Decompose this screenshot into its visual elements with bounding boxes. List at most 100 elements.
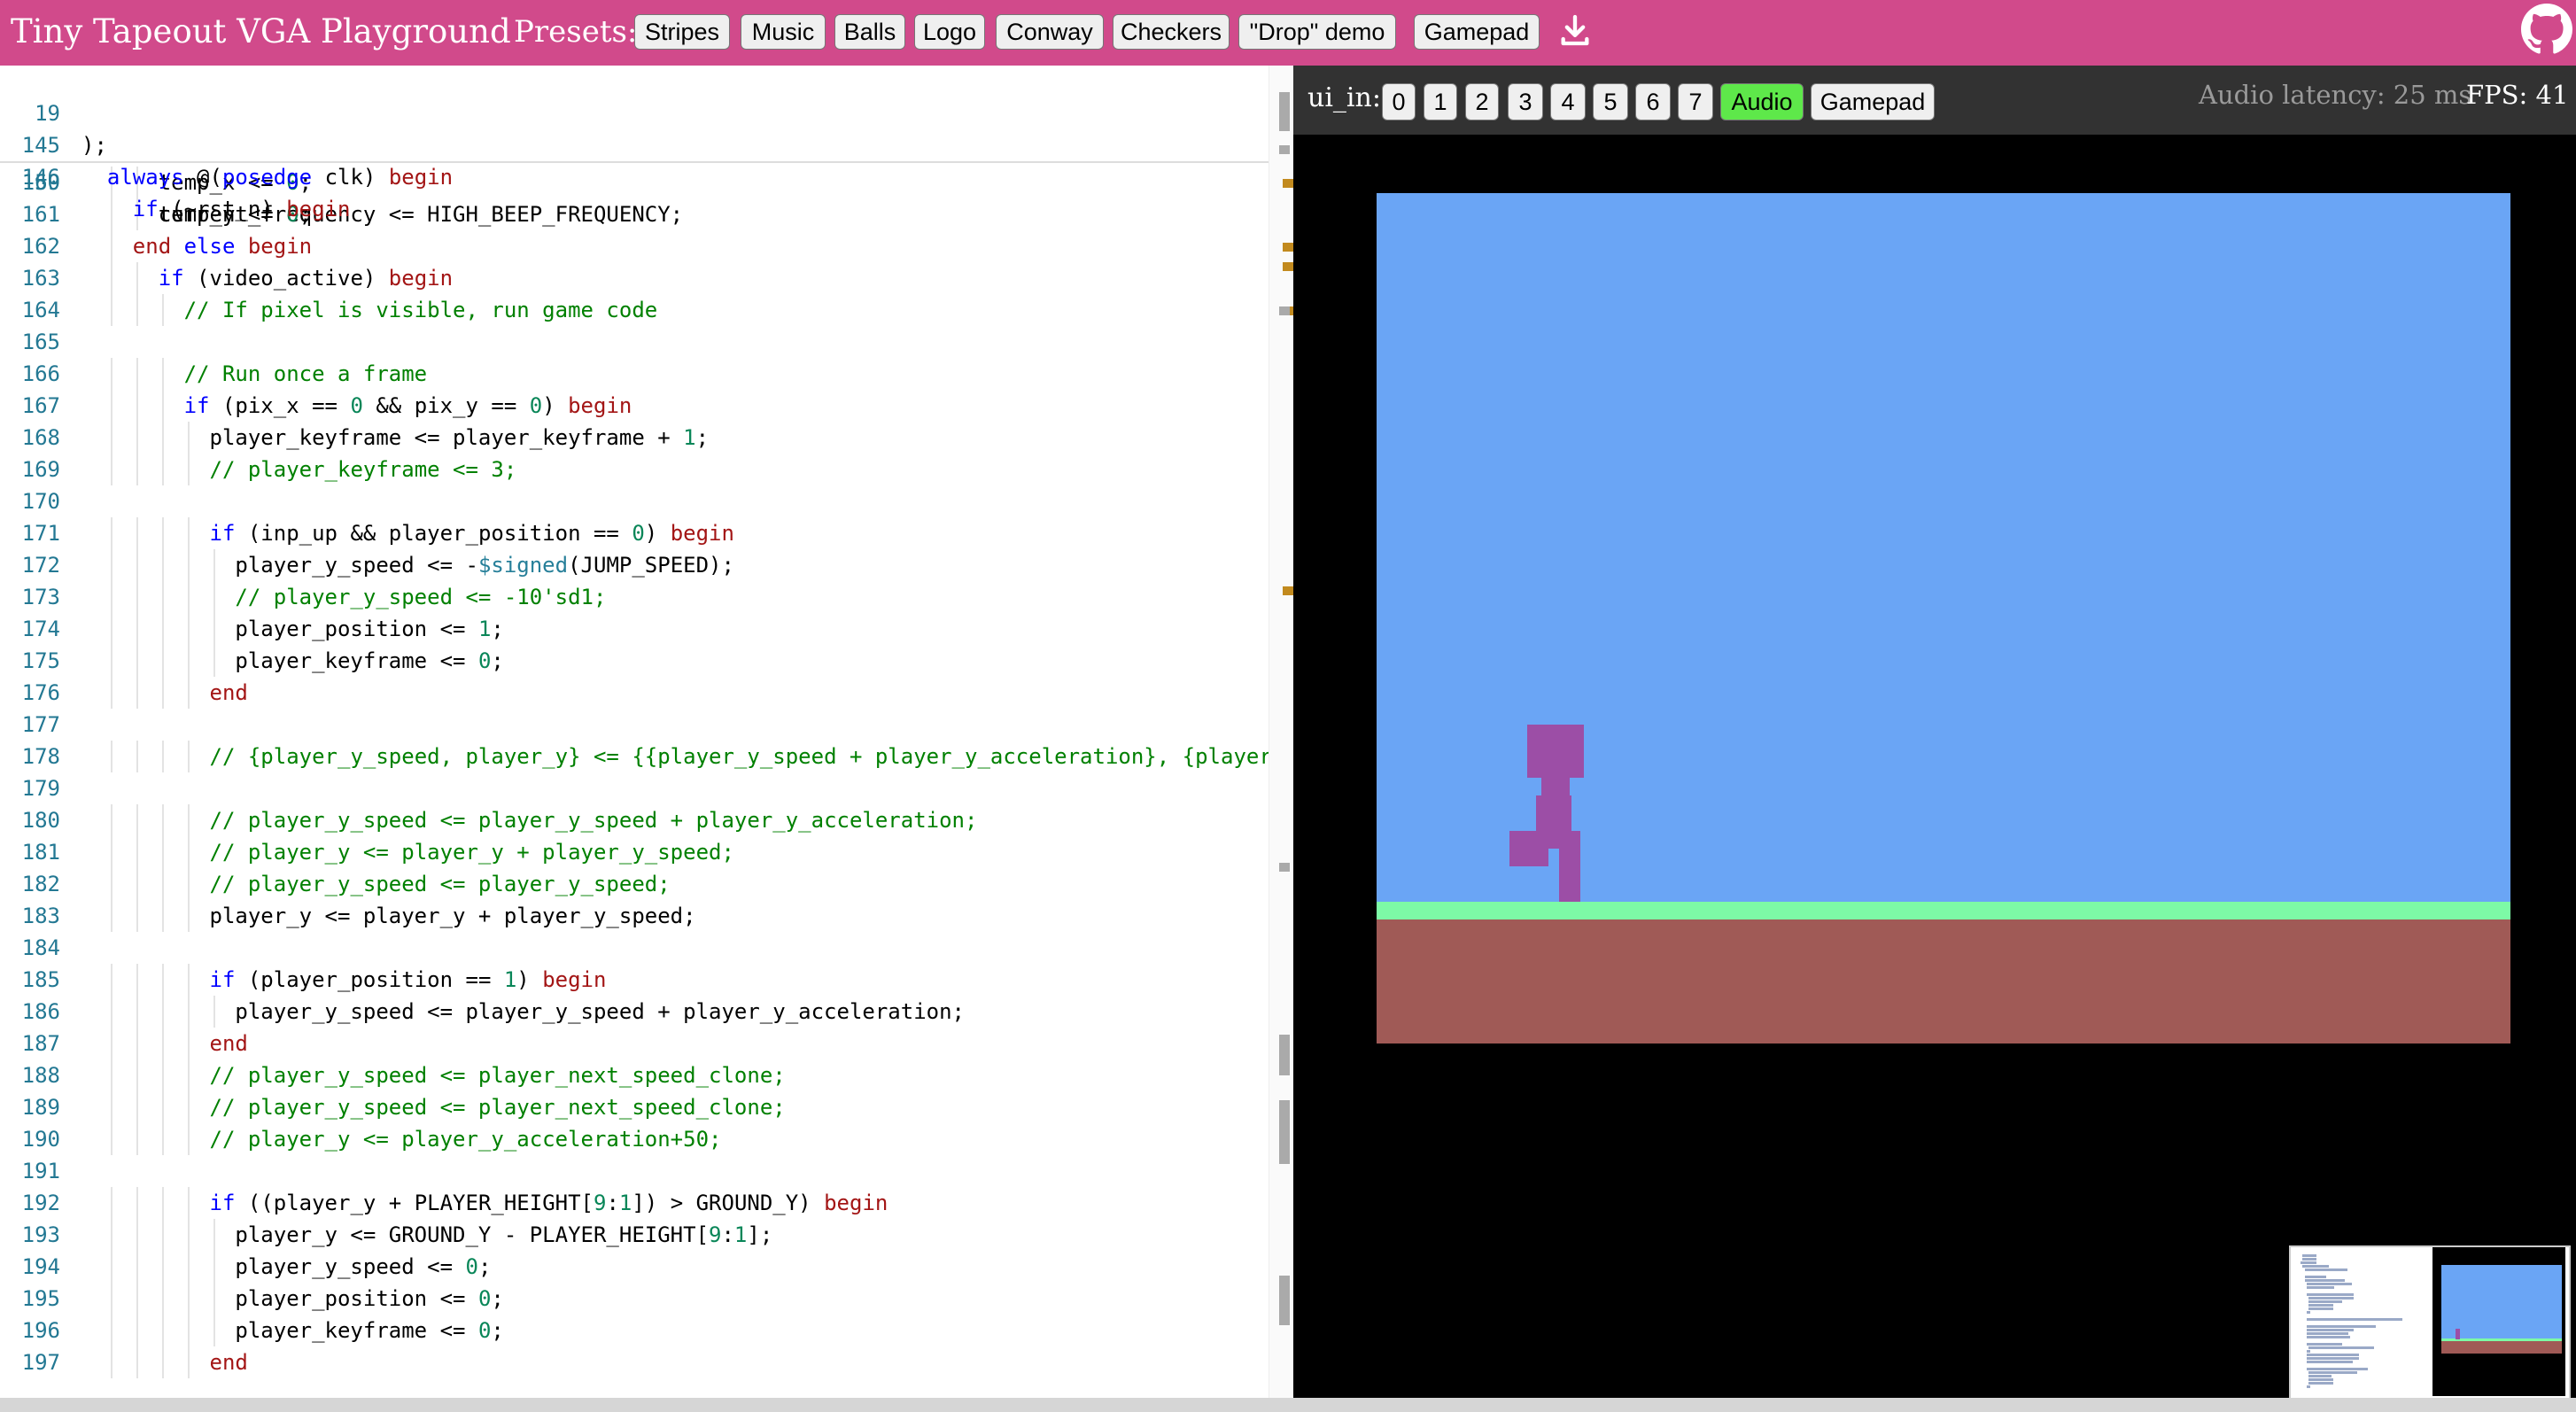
- code-lines[interactable]: 159 current_frequency <= HIGH_BEEP_FREQU…: [0, 154, 1269, 1398]
- minimap-code-line: [2307, 1350, 2310, 1353]
- code-line[interactable]: 192 if ((player_y + PLAYER_HEIGHT[9:1]) …: [0, 1187, 1269, 1219]
- gamepad-toggle-button[interactable]: Gamepad: [1811, 83, 1935, 120]
- line-number: 196: [21, 1318, 60, 1343]
- indent-guide: [213, 581, 215, 613]
- code-line[interactable]: 176 end: [0, 677, 1269, 709]
- code-line[interactable]: 179: [0, 772, 1269, 804]
- ui-in-bit-6-button[interactable]: 6: [1635, 83, 1671, 120]
- code-line[interactable]: 178 // {player_y_speed, player_y} <= {{p…: [0, 741, 1269, 772]
- code-text: player_position <= 1;: [81, 617, 504, 641]
- code-line[interactable]: 189 // player_y_speed <= player_next_spe…: [0, 1091, 1269, 1123]
- indent-guide: [136, 836, 138, 868]
- code-line[interactable]: 165: [0, 326, 1269, 358]
- ui-in-bit-3-button[interactable]: 3: [1508, 83, 1543, 120]
- sticky-line[interactable]: 146 if (~rst_n) begin: [0, 129, 1269, 221]
- indent-guide: [161, 900, 164, 932]
- code-line[interactable]: 187 end: [0, 1028, 1269, 1059]
- code-line[interactable]: 166 // Run once a frame: [0, 358, 1269, 390]
- code-line[interactable]: 181 // player_y <= player_y + player_y_s…: [0, 836, 1269, 868]
- code-line[interactable]: 193 player_y <= GROUND_Y - PLAYER_HEIGHT…: [0, 1219, 1269, 1251]
- code-line[interactable]: 177: [0, 709, 1269, 741]
- indent-guide: [187, 1346, 190, 1378]
- code-line[interactable]: 168 player_keyframe <= player_keyframe +…: [0, 422, 1269, 454]
- code-line[interactable]: 180 // player_y_speed <= player_y_speed …: [0, 804, 1269, 836]
- indent-guide: [213, 1315, 215, 1346]
- code-line[interactable]: 188 // player_y_speed <= player_next_spe…: [0, 1059, 1269, 1091]
- preset-balls-button[interactable]: Balls: [834, 14, 905, 50]
- indent-guide: [187, 1123, 190, 1155]
- code-line[interactable]: 184: [0, 932, 1269, 964]
- indent-guide: [110, 964, 113, 996]
- indent-guide: [161, 996, 164, 1028]
- ui-in-bit-0-button[interactable]: 0: [1382, 83, 1416, 120]
- indent-guide: [110, 1091, 113, 1123]
- vga-game-canvas[interactable]: [1377, 193, 2510, 1043]
- ui-in-bit-5-button[interactable]: 5: [1593, 83, 1628, 120]
- indent-guide: [161, 581, 164, 613]
- code-line[interactable]: 185 if (player_position == 1) begin: [0, 964, 1269, 996]
- code-editor[interactable]: 19 ); 145 always @(posedge clk) begin 14…: [0, 66, 1293, 1398]
- preset-gamepad-button[interactable]: Gamepad: [1414, 14, 1540, 50]
- minimap-code-line: [2308, 1304, 2333, 1307]
- indent-guide: [161, 1123, 164, 1155]
- code-line[interactable]: 194 player_y_speed <= 0;: [0, 1251, 1269, 1283]
- indent-guide: [213, 549, 215, 581]
- line-number: 169: [21, 457, 60, 482]
- code-line[interactable]: 172 player_y_speed <= -$signed(JUMP_SPEE…: [0, 549, 1269, 581]
- line-number: 177: [21, 712, 60, 737]
- indent-guide: [187, 1187, 190, 1219]
- minimap-thumbnail[interactable]: [2289, 1245, 2571, 1401]
- code-line[interactable]: 163 if (video_active) begin: [0, 262, 1269, 294]
- code-line[interactable]: 164 // If pixel is visible, run game cod…: [0, 294, 1269, 326]
- sticky-line[interactable]: 145 always @(posedge clk) begin: [0, 97, 1269, 190]
- indent-guide: [161, 1283, 164, 1315]
- code-line[interactable]: 162 end else begin: [0, 230, 1269, 262]
- code-line[interactable]: 190 // player_y <= player_y_acceleration…: [0, 1123, 1269, 1155]
- preset-conway-button[interactable]: Conway: [996, 14, 1104, 50]
- indent-guide: [136, 294, 138, 326]
- code-line[interactable]: 191: [0, 1155, 1269, 1187]
- code-line[interactable]: 197 end: [0, 1346, 1269, 1378]
- code-line[interactable]: 196 player_keyframe <= 0;: [0, 1315, 1269, 1346]
- download-icon[interactable]: [1557, 12, 1593, 48]
- minimap-code-line: [2307, 1318, 2402, 1321]
- minimap-code-line: [2307, 1361, 2353, 1363]
- ui-in-bit-1-button[interactable]: 1: [1424, 83, 1457, 120]
- code-line[interactable]: 186 player_y_speed <= player_y_speed + p…: [0, 996, 1269, 1028]
- code-line[interactable]: 175 player_keyframe <= 0;: [0, 645, 1269, 677]
- code-line[interactable]: 173 // player_y_speed <= -10'sd1;: [0, 581, 1269, 613]
- code-line[interactable]: 171 if (inp_up && player_position == 0) …: [0, 517, 1269, 549]
- audio-toggle-button[interactable]: Audio: [1720, 83, 1804, 120]
- indent-guide: [136, 1219, 138, 1251]
- code-line[interactable]: 170: [0, 485, 1269, 517]
- preset-checkers-button[interactable]: Checkers: [1113, 14, 1230, 50]
- preset-music-button[interactable]: Music: [741, 14, 826, 50]
- indent-guide: [110, 1123, 113, 1155]
- code-text: end: [209, 1031, 248, 1056]
- indent-guide: [136, 964, 138, 996]
- sticky-line[interactable]: 19 );: [0, 66, 1269, 158]
- code-line[interactable]: 183 player_y <= player_y + player_y_spee…: [0, 900, 1269, 932]
- player-back-leg: [1509, 849, 1548, 866]
- preset-drop-demo-button[interactable]: "Drop" demo: [1238, 14, 1396, 50]
- code-line[interactable]: 195 player_position <= 0;: [0, 1283, 1269, 1315]
- code-line[interactable]: 182 // player_y_speed <= player_y_speed;: [0, 868, 1269, 900]
- ui-in-bit-7-button[interactable]: 7: [1678, 83, 1713, 120]
- code-line[interactable]: 167 if (pix_x == 0 && pix_y == 0) begin: [0, 390, 1269, 422]
- github-icon[interactable]: [2521, 4, 2572, 55]
- line-number: 189: [21, 1095, 60, 1120]
- line-number: 186: [21, 999, 60, 1024]
- ui-in-bit-2-button[interactable]: 2: [1465, 83, 1499, 120]
- ui-in-bit-4-button[interactable]: 4: [1550, 83, 1586, 120]
- indent-guide: [110, 1251, 113, 1283]
- line-number: 184: [21, 935, 60, 960]
- indent-guide: [110, 230, 113, 262]
- code-line[interactable]: 169 // player_keyframe <= 3;: [0, 454, 1269, 485]
- horizontal-scrollbar[interactable]: [0, 1398, 2576, 1412]
- indent-guide: [161, 677, 164, 709]
- preset-logo-button[interactable]: Logo: [914, 14, 985, 50]
- code-line[interactable]: 174 player_position <= 1;: [0, 613, 1269, 645]
- indent-guide: [187, 868, 190, 900]
- indent-guide: [136, 613, 138, 645]
- preset-stripes-button[interactable]: Stripes: [634, 14, 730, 50]
